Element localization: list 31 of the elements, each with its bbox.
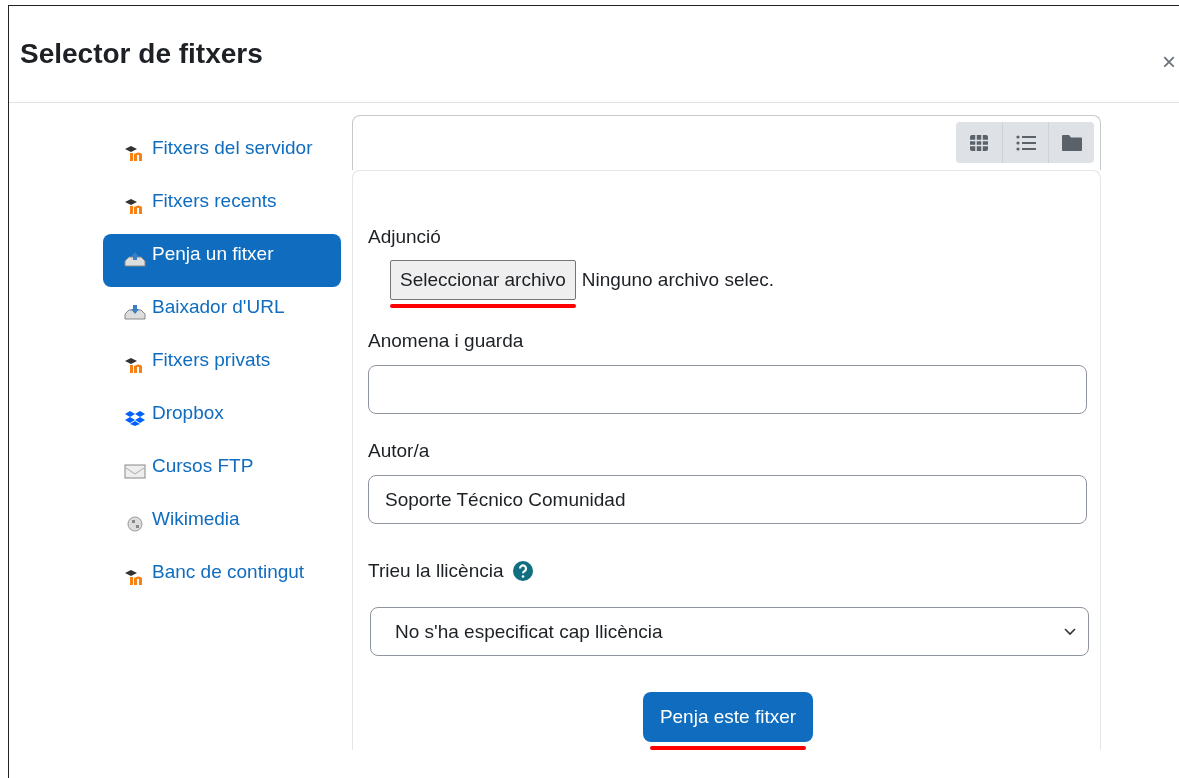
list-icon: [1015, 134, 1036, 151]
choose-file-button[interactable]: Seleccionar archivo: [390, 260, 576, 300]
sidebar-item[interactable]: Fitxers recents: [103, 181, 341, 234]
globe-icon: [124, 516, 146, 532]
field-label: Trieu la llicència: [368, 560, 504, 582]
sidebar-item[interactable]: Fitxers del servidor: [103, 128, 341, 181]
input-field[interactable]: [368, 365, 1087, 414]
upload-button[interactable]: Penja este fitxer: [642, 692, 814, 742]
sidebar-item[interactable]: Wikimedia: [103, 499, 341, 552]
help-icon[interactable]: [511, 560, 534, 582]
drive-icon: [124, 463, 146, 479]
sidebar-item[interactable]: Dropbox: [103, 393, 341, 446]
field-label: Adjunció: [368, 226, 442, 248]
tray-upload-icon: [124, 251, 146, 267]
dialog-title: Selector de fitxers: [20, 38, 263, 70]
file-status: Ninguno archivo selec.: [581, 269, 775, 291]
sidebar-item[interactable]: Cursos FTP: [103, 446, 341, 499]
sidebar-item[interactable]: Baixador d'URL: [103, 287, 341, 340]
dropbox-icon: [124, 410, 146, 426]
sidebar-item[interactable]: Fitxers privats: [103, 340, 341, 393]
close-button[interactable]: ×: [1159, 48, 1179, 76]
input-field[interactable]: Soporte Técnico Comunidad: [368, 475, 1087, 524]
chevron-down-icon: [1064, 627, 1076, 636]
license-select[interactable]: No s'ha especificat cap llicència: [370, 607, 1089, 656]
grid-icon: [969, 133, 989, 152]
tray-download-icon: [124, 304, 146, 320]
field-label: Autor/a: [368, 440, 431, 462]
field-label: Anomena i guarda: [368, 330, 525, 352]
sidebar-item[interactable]: Penja un fitxer: [103, 234, 341, 287]
folder-icon: [1060, 133, 1083, 152]
sidebar-item[interactable]: Banc de contingut: [103, 552, 341, 605]
